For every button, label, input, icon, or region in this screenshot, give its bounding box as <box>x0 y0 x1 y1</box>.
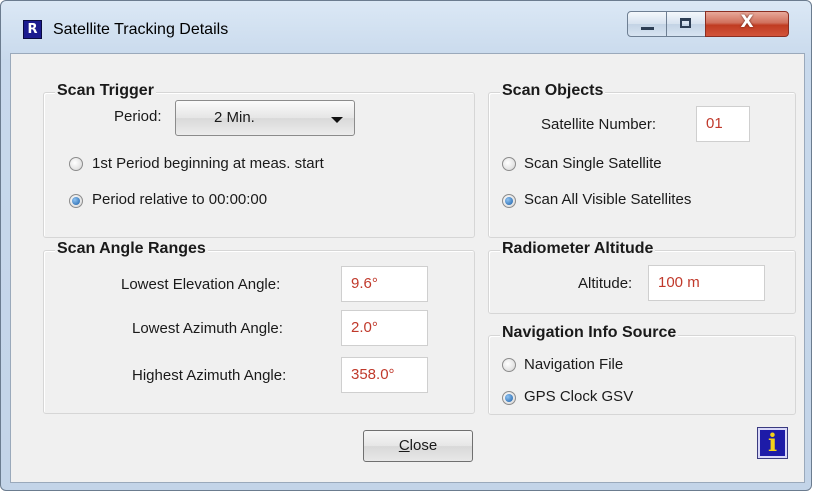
lowest-azimuth-label: Lowest Azimuth Angle: <box>132 320 283 337</box>
lowest-elevation-label: Lowest Elevation Angle: <box>121 276 281 293</box>
close-button-mnemonic: C <box>398 437 410 454</box>
close-icon: X <box>740 12 754 32</box>
navigation-info-source-title: Navigation Info Source <box>500 324 679 342</box>
app-icon: R <box>23 20 42 39</box>
radio-gps-clock-gsv[interactable] <box>502 391 516 405</box>
title-bar[interactable]: R Satellite Tracking Details X <box>1 1 811 43</box>
maximize-button[interactable] <box>666 11 706 37</box>
radio-scan-all-visible-label[interactable]: Scan All Visible Satellites <box>524 191 691 208</box>
satellite-number-field[interactable]: 01 <box>696 106 750 142</box>
chevron-down-icon <box>331 117 343 123</box>
close-button-label: lose <box>409 437 438 454</box>
lowest-azimuth-field[interactable]: 2.0° <box>341 310 428 346</box>
radio-scan-single-label[interactable]: Scan Single Satellite <box>524 155 662 172</box>
radio-navigation-file-label[interactable]: Navigation File <box>524 356 623 373</box>
dialog-client-area: Scan Trigger Period: 2 Min. 1st Period b… <box>10 53 805 483</box>
satellite-number-label: Satellite Number: <box>541 116 657 133</box>
close-button[interactable]: Close <box>363 430 473 462</box>
radio-period-meas-start-label[interactable]: 1st Period beginning at meas. start <box>92 155 324 172</box>
window-close-button[interactable]: X <box>705 11 789 37</box>
lowest-elevation-field[interactable]: 9.6° <box>341 266 428 302</box>
scan-objects-title: Scan Objects <box>500 82 606 100</box>
radiometer-altitude-title: Radiometer Altitude <box>500 240 656 258</box>
radio-scan-all-visible[interactable] <box>502 194 516 208</box>
minimize-icon <box>641 27 654 30</box>
altitude-label: Altitude: <box>578 275 633 292</box>
window-title: Satellite Tracking Details <box>53 21 229 38</box>
altitude-field[interactable]: 100 m <box>648 265 765 301</box>
period-label: Period: <box>114 108 162 125</box>
radio-gps-clock-gsv-label[interactable]: GPS Clock GSV <box>524 388 633 405</box>
maximize-icon <box>680 18 691 28</box>
radio-period-meas-start[interactable] <box>69 157 83 171</box>
minimize-button[interactable] <box>627 11 667 37</box>
radio-period-relative-label[interactable]: Period relative to 00:00:00 <box>92 191 267 208</box>
radio-period-relative[interactable] <box>69 194 83 208</box>
scan-trigger-title: Scan Trigger <box>55 82 156 100</box>
info-button[interactable]: i <box>757 427 788 459</box>
period-dropdown[interactable]: 2 Min. <box>175 100 355 136</box>
radio-navigation-file[interactable] <box>502 358 516 372</box>
scan-angle-ranges-title: Scan Angle Ranges <box>55 240 208 258</box>
highest-azimuth-field[interactable]: 358.0° <box>341 357 428 393</box>
info-icon: i <box>767 428 778 457</box>
dialog-window: R Satellite Tracking Details X Scan Trig… <box>0 0 812 491</box>
period-value: 2 Min. <box>214 109 255 126</box>
highest-azimuth-label: Highest Azimuth Angle: <box>132 367 287 384</box>
radio-scan-single[interactable] <box>502 157 516 171</box>
